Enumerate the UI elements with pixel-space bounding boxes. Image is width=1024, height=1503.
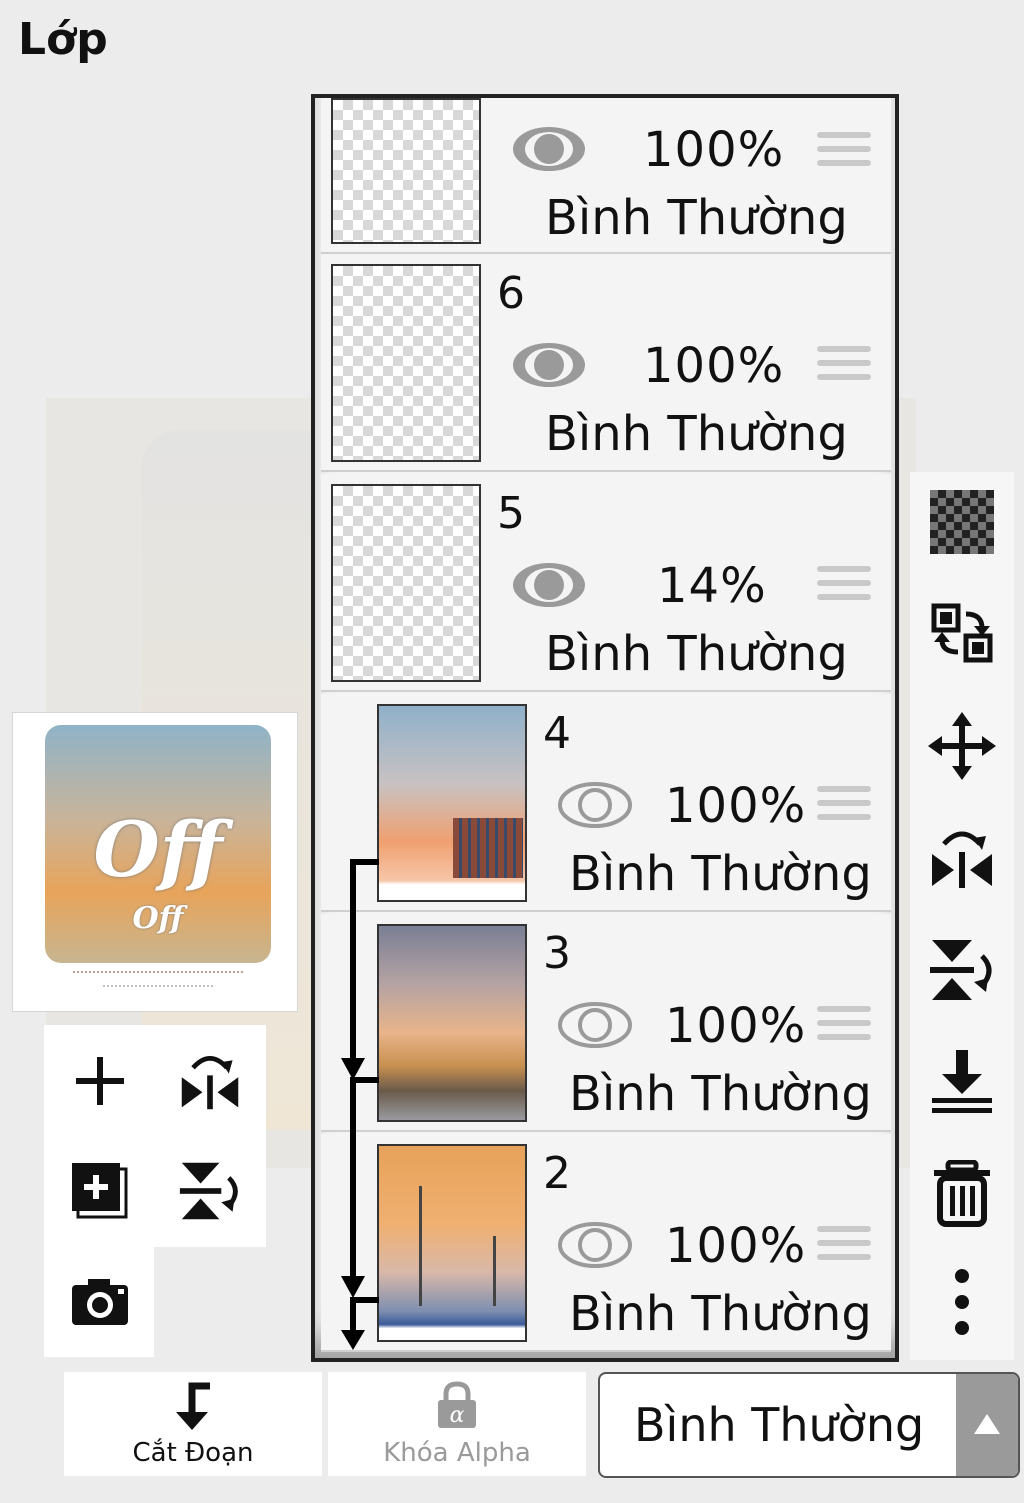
drag-handle-icon[interactable] [817, 786, 871, 826]
move-icon[interactable] [928, 712, 996, 780]
layer-row[interactable]: 3 100% Bình Thường [321, 914, 891, 1132]
layer-blend-mode: Bình Thường [569, 846, 872, 902]
layer-opacity: 14% [657, 558, 767, 614]
layer-thumbnail[interactable] [377, 924, 527, 1122]
flip-horizontal-icon[interactable] [928, 824, 996, 892]
merge-down-icon[interactable] [928, 1048, 996, 1116]
add-layer-icon[interactable] [68, 1049, 132, 1113]
trash-icon[interactable] [928, 1160, 996, 1228]
alpha-lock-button[interactable]: α Khóa Alpha [328, 1372, 586, 1476]
layer-number: 4 [543, 708, 571, 759]
drag-handle-icon[interactable] [817, 1226, 871, 1266]
clipping-arrows-icon [341, 859, 379, 1350]
lock-icon: α [438, 1381, 476, 1428]
eye-icon[interactable] [511, 560, 587, 610]
left-tools [44, 1025, 266, 1247]
page-title: Lớp [18, 14, 108, 65]
add-special-layer-icon[interactable] [68, 1159, 132, 1223]
blend-mode-value: Bình Thường [634, 1398, 925, 1452]
layer-opacity: 100% [665, 1218, 807, 1274]
blend-mode-select[interactable]: Bình Thường [598, 1372, 1020, 1478]
transparency-grid-icon[interactable] [928, 488, 996, 556]
preview-small-text: Off [132, 901, 184, 936]
flip-vertical-icon[interactable] [928, 936, 996, 1004]
layer-thumbnail[interactable] [377, 1144, 527, 1342]
alpha-lock-label: Khóa Alpha [383, 1438, 531, 1468]
layer-thumbnail[interactable] [331, 264, 481, 462]
camera-icon[interactable] [68, 1271, 132, 1335]
preview-artwork: Off Off [45, 725, 271, 963]
layer-number: 3 [543, 928, 571, 979]
drag-handle-icon[interactable] [817, 1006, 871, 1046]
layer-opacity: 100% [665, 998, 807, 1054]
svg-text:α: α [450, 1403, 465, 1428]
layer-blend-mode: Bình Thường [545, 626, 848, 682]
layer-number: 2 [543, 1148, 571, 1199]
layer-thumbnail[interactable] [331, 484, 481, 682]
drag-handle-icon[interactable] [817, 132, 871, 172]
layer-opacity: 100% [643, 338, 785, 394]
layer-thumbnail[interactable] [331, 98, 481, 244]
swap-layer-icon[interactable] [928, 600, 996, 668]
layer-blend-mode: Bình Thường [569, 1286, 872, 1342]
flip-horizontal-icon[interactable] [178, 1049, 242, 1113]
drag-handle-icon[interactable] [817, 346, 871, 386]
layer-row[interactable]: 5 14% Bình Thường [321, 474, 891, 692]
triangle-up-icon [974, 1414, 1000, 1434]
clipping-button[interactable]: Cắt Đoạn [64, 1372, 322, 1476]
layer-blend-mode: Bình Thường [569, 1066, 872, 1122]
flip-vertical-icon[interactable] [178, 1159, 242, 1223]
layer-toolbar [910, 472, 1014, 1360]
layer-blend-mode: Bình Thường [545, 190, 848, 246]
eye-icon[interactable] [511, 124, 587, 174]
eye-icon[interactable] [511, 340, 587, 390]
layer-list[interactable]: 100% Bình Thường 6 100% Bình Thường 5 14… [311, 94, 899, 1362]
preview-big-text: Off [93, 805, 223, 894]
eye-outline-icon[interactable] [557, 1220, 633, 1270]
clipping-label: Cắt Đoạn [132, 1438, 254, 1468]
eye-outline-icon[interactable] [557, 780, 633, 830]
layer-number: 6 [497, 268, 525, 319]
layer-thumbnail[interactable] [377, 704, 527, 902]
layer-row[interactable]: 4 100% Bình Thường [321, 694, 891, 912]
canvas-preview[interactable]: Off Off [12, 712, 298, 1012]
clipping-arrow-icon [176, 1382, 210, 1430]
layer-row[interactable]: 6 100% Bình Thường [321, 254, 891, 472]
eye-outline-icon[interactable] [557, 1000, 633, 1050]
layer-number: 5 [497, 488, 525, 539]
layer-opacity: 100% [665, 778, 807, 834]
preview-caption-line [103, 985, 213, 991]
layer-opacity: 100% [643, 122, 785, 178]
left-tools-camera [44, 1247, 154, 1357]
preview-caption-line [73, 971, 243, 977]
layer-blend-mode: Bình Thường [545, 406, 848, 462]
more-vertical-icon[interactable] [928, 1268, 996, 1336]
blend-mode-toggle[interactable] [956, 1374, 1018, 1476]
layer-row[interactable]: 2 100% Bình Thường [321, 1134, 891, 1352]
layer-row[interactable]: 100% Bình Thường [321, 98, 891, 254]
drag-handle-icon[interactable] [817, 566, 871, 606]
